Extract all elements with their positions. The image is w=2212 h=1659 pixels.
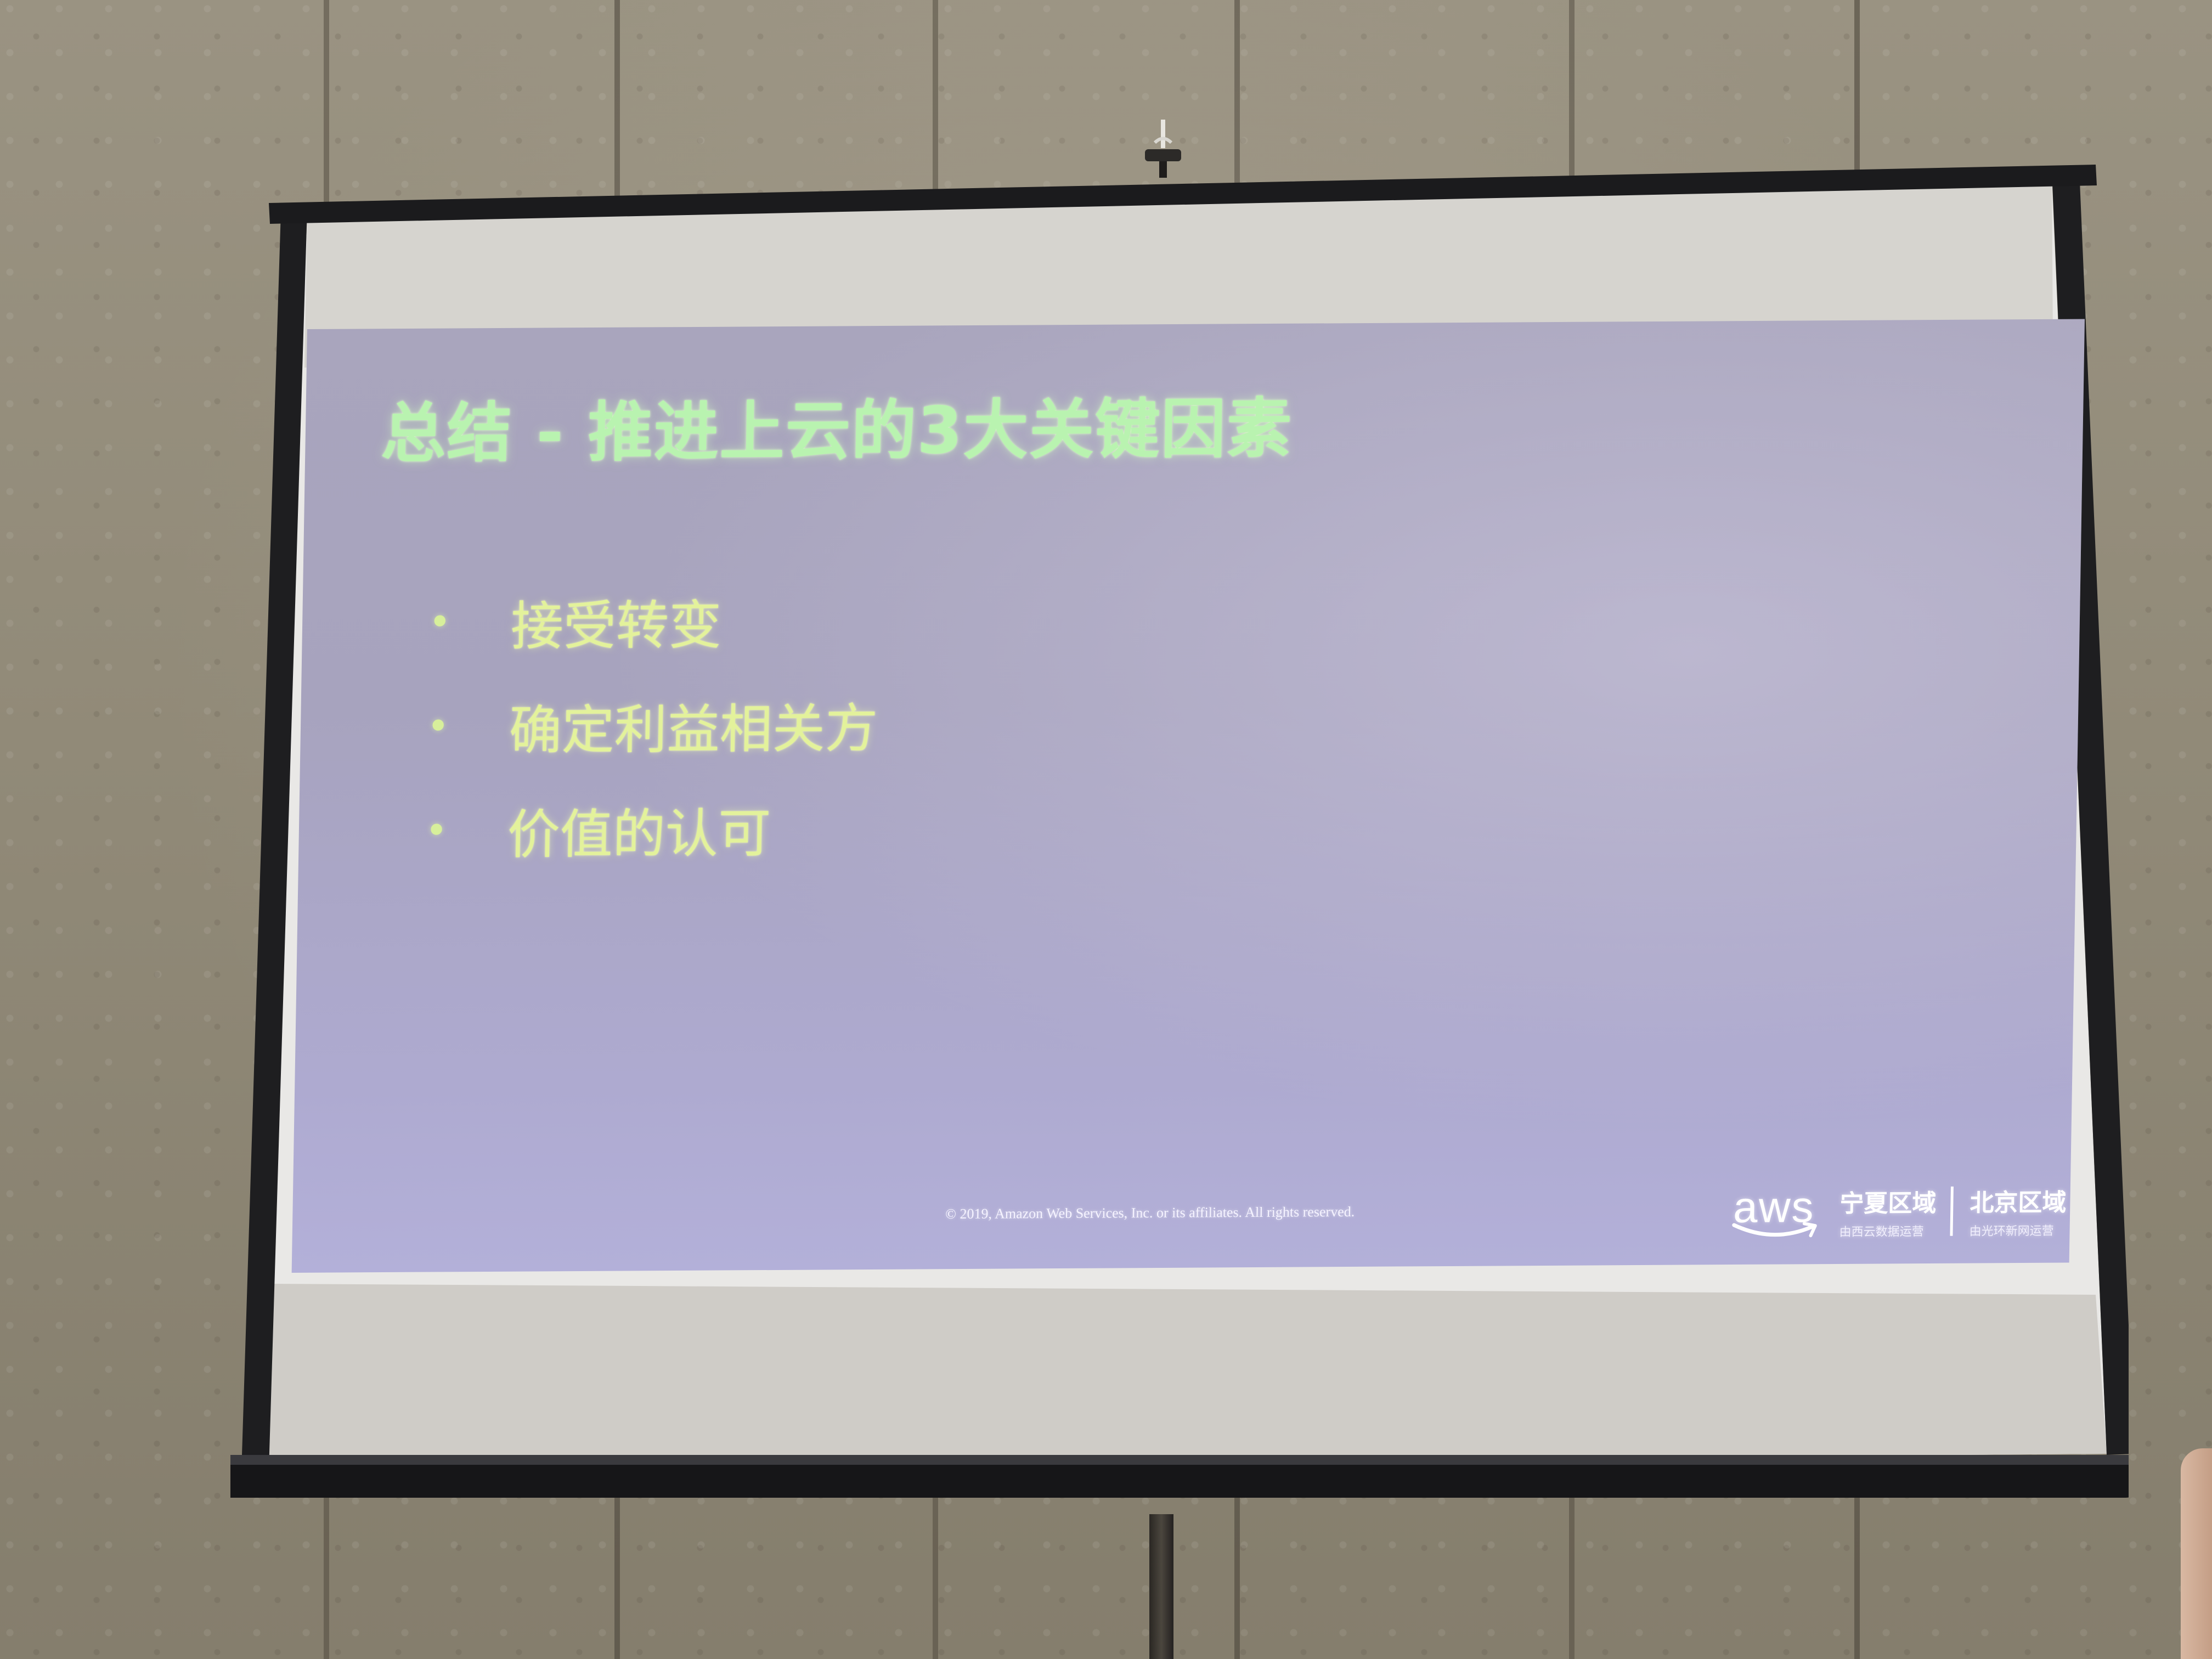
screen-bottom-band (258, 1284, 2107, 1468)
aws-smile-arrow-icon (1732, 1222, 1817, 1238)
region-partner: 由西云数据运营 (1839, 1225, 1924, 1239)
bullet-dot-icon: • (425, 808, 448, 853)
region-ningxia: 宁夏区域 由西云数据运营 (1839, 1183, 1937, 1240)
slide: 总结 - 推进上云的3大关键因素 • 接受转变 • 确定利益相关方 • 价值的认… (291, 319, 2085, 1273)
bullet-dot-icon: • (428, 599, 452, 645)
region-partner: 由光环新网运营 (1969, 1224, 2054, 1239)
bullet-text: 价值的认可 (506, 802, 771, 866)
bullet-dot-icon: • (426, 703, 450, 749)
slide-title: 总结 - 推进上云的3大关键因素 (380, 390, 1294, 472)
region-name: 北京区域 (1970, 1188, 2067, 1217)
aws-logo-block: aws 宁夏区域 由西云数据运营 北京区域 由光环新网运营 (1729, 1178, 2067, 1245)
list-item: • 确定利益相关方 (426, 672, 878, 778)
copyright-notice: © 2019, Amazon Web Services, Inc. or its… (945, 1203, 1355, 1222)
aws-logo: aws (1729, 1182, 1824, 1243)
screen-hook-icon (1145, 120, 1181, 178)
bullet-text: 确定利益相关方 (508, 697, 878, 761)
person-partial (2181, 1448, 2212, 1659)
screen-stand-pole (1149, 1514, 1173, 1659)
region-divider (1950, 1186, 1954, 1236)
list-item: • 价值的认可 (424, 776, 877, 883)
region-beijing: 北京区域 由光环新网运营 (1969, 1183, 2067, 1239)
region-name: 宁夏区域 (1839, 1189, 1937, 1218)
bullet-list: • 接受转变 • 确定利益相关方 • 价值的认可 (424, 567, 880, 883)
bullet-text: 接受转变 (510, 594, 722, 657)
list-item: • 接受转变 (428, 567, 881, 674)
